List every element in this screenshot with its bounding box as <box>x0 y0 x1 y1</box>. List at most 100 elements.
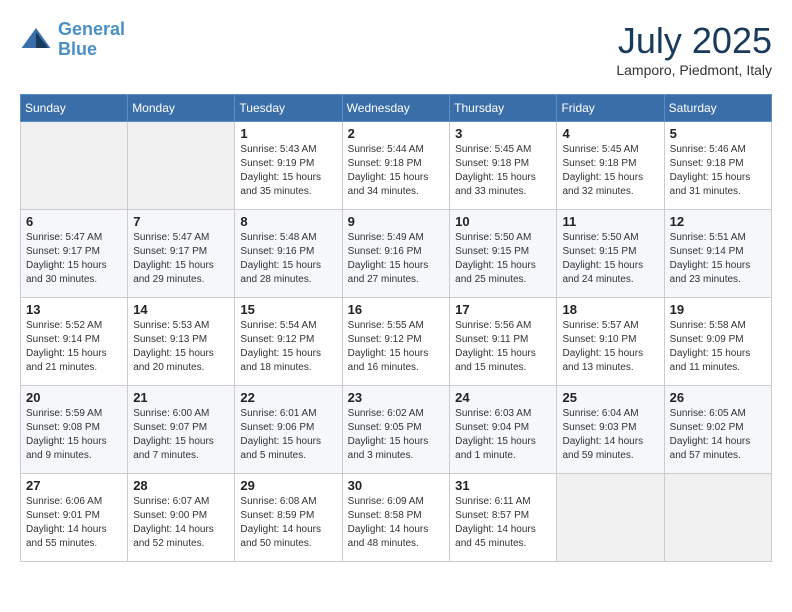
day-number: 14 <box>133 302 229 317</box>
weekday-header-saturday: Saturday <box>664 95 771 122</box>
day-number: 24 <box>455 390 551 405</box>
calendar-cell: 29 Sunrise: 6:08 AM Sunset: 8:59 PM Dayli… <box>235 474 342 562</box>
calendar-cell: 25Sunrise: 6:04 AM Sunset: 9:03 PM Dayli… <box>557 386 664 474</box>
day-info: Sunrise: 5:52 AM Sunset: 9:14 PM Dayligh… <box>26 319 122 375</box>
calendar-cell <box>557 474 664 562</box>
day-number: 11 <box>562 214 658 229</box>
day-info: Sunrise: 5:47 AM Sunset: 9:17 PM Dayligh… <box>133 231 229 287</box>
weekday-header-sunday: Sunday <box>21 95 128 122</box>
calendar-table: SundayMondayTuesdayWednesdayThursdayFrid… <box>20 94 772 562</box>
day-number: 1 <box>240 126 336 141</box>
title-block: July 2025 Lamporo, Piedmont, Italy <box>616 20 772 78</box>
day-info: Sunrise: 6:00 AM Sunset: 9:07 PM Dayligh… <box>133 407 229 463</box>
week-row-4: 20 Sunrise: 5:59 AM Sunset: 9:08 PM Dayli… <box>21 386 772 474</box>
day-number: 13 <box>26 302 122 317</box>
day-info: Sunrise: 6:02 AM Sunset: 9:05 PM Dayligh… <box>348 407 445 463</box>
weekday-header-friday: Friday <box>557 95 664 122</box>
day-info: Sunrise: 6:03 AM Sunset: 9:04 PM Dayligh… <box>455 407 551 463</box>
calendar-cell: 24 Sunrise: 6:03 AM Sunset: 9:04 PM Dayli… <box>450 386 557 474</box>
day-number: 29 <box>240 478 336 493</box>
calendar-cell: 22Sunrise: 6:01 AM Sunset: 9:06 PM Dayli… <box>235 386 342 474</box>
day-number: 16 <box>348 302 445 317</box>
calendar-cell: 21 Sunrise: 6:00 AM Sunset: 9:07 PM Dayli… <box>128 386 235 474</box>
day-number: 12 <box>670 214 766 229</box>
day-info: Sunrise: 5:50 AM Sunset: 9:15 PM Dayligh… <box>455 231 551 287</box>
day-number: 4 <box>562 126 658 141</box>
weekday-header-tuesday: Tuesday <box>235 95 342 122</box>
calendar-cell: 23 Sunrise: 6:02 AM Sunset: 9:05 PM Dayli… <box>342 386 450 474</box>
day-info: Sunrise: 6:07 AM Sunset: 9:00 PM Dayligh… <box>133 495 229 551</box>
week-row-5: 27 Sunrise: 6:06 AM Sunset: 9:01 PM Dayli… <box>21 474 772 562</box>
day-info: Sunrise: 6:08 AM Sunset: 8:59 PM Dayligh… <box>240 495 336 551</box>
day-info: Sunrise: 6:06 AM Sunset: 9:01 PM Dayligh… <box>26 495 122 551</box>
day-info: Sunrise: 5:44 AM Sunset: 9:18 PM Dayligh… <box>348 143 445 199</box>
calendar-cell: 31Sunrise: 6:11 AM Sunset: 8:57 PM Dayli… <box>450 474 557 562</box>
day-number: 31 <box>455 478 551 493</box>
day-info: Sunrise: 5:50 AM Sunset: 9:15 PM Dayligh… <box>562 231 658 287</box>
day-number: 21 <box>133 390 229 405</box>
calendar-cell: 28 Sunrise: 6:07 AM Sunset: 9:00 PM Dayli… <box>128 474 235 562</box>
day-number: 25 <box>562 390 658 405</box>
day-info: Sunrise: 5:59 AM Sunset: 9:08 PM Dayligh… <box>26 407 122 463</box>
day-number: 15 <box>240 302 336 317</box>
calendar-cell: 11 Sunrise: 5:50 AM Sunset: 9:15 PM Dayli… <box>557 210 664 298</box>
day-number: 28 <box>133 478 229 493</box>
logo-text: General Blue <box>58 20 125 60</box>
day-number: 27 <box>26 478 122 493</box>
calendar-cell <box>21 122 128 210</box>
day-info: Sunrise: 5:47 AM Sunset: 9:17 PM Dayligh… <box>26 231 122 287</box>
day-info: Sunrise: 5:53 AM Sunset: 9:13 PM Dayligh… <box>133 319 229 375</box>
day-number: 23 <box>348 390 445 405</box>
day-number: 30 <box>348 478 445 493</box>
day-number: 19 <box>670 302 766 317</box>
header-row: SundayMondayTuesdayWednesdayThursdayFrid… <box>21 95 772 122</box>
calendar-cell <box>128 122 235 210</box>
calendar-cell: 4 Sunrise: 5:45 AM Sunset: 9:18 PM Daylig… <box>557 122 664 210</box>
week-row-1: 1 Sunrise: 5:43 AM Sunset: 9:19 PM Daylig… <box>21 122 772 210</box>
day-info: Sunrise: 5:54 AM Sunset: 9:12 PM Dayligh… <box>240 319 336 375</box>
day-info: Sunrise: 5:57 AM Sunset: 9:10 PM Dayligh… <box>562 319 658 375</box>
day-info: Sunrise: 5:48 AM Sunset: 9:16 PM Dayligh… <box>240 231 336 287</box>
logo: General Blue <box>20 20 125 60</box>
day-number: 22 <box>240 390 336 405</box>
day-number: 8 <box>240 214 336 229</box>
day-number: 6 <box>26 214 122 229</box>
weekday-header-monday: Monday <box>128 95 235 122</box>
calendar-cell: 17 Sunrise: 5:56 AM Sunset: 9:11 PM Dayli… <box>450 298 557 386</box>
month-title: July 2025 <box>616 20 772 62</box>
calendar-cell: 26Sunrise: 6:05 AM Sunset: 9:02 PM Dayli… <box>664 386 771 474</box>
day-info: Sunrise: 5:49 AM Sunset: 9:16 PM Dayligh… <box>348 231 445 287</box>
week-row-3: 13 Sunrise: 5:52 AM Sunset: 9:14 PM Dayli… <box>21 298 772 386</box>
calendar-cell: 19Sunrise: 5:58 AM Sunset: 9:09 PM Dayli… <box>664 298 771 386</box>
day-number: 17 <box>455 302 551 317</box>
calendar-cell <box>664 474 771 562</box>
calendar-cell: 30Sunrise: 6:09 AM Sunset: 8:58 PM Dayli… <box>342 474 450 562</box>
calendar-cell: 16 Sunrise: 5:55 AM Sunset: 9:12 PM Dayli… <box>342 298 450 386</box>
calendar-cell: 7Sunrise: 5:47 AM Sunset: 9:17 PM Daylig… <box>128 210 235 298</box>
day-info: Sunrise: 5:45 AM Sunset: 9:18 PM Dayligh… <box>562 143 658 199</box>
calendar-cell: 15 Sunrise: 5:54 AM Sunset: 9:12 PM Dayli… <box>235 298 342 386</box>
day-info: Sunrise: 5:43 AM Sunset: 9:19 PM Dayligh… <box>240 143 336 199</box>
day-number: 2 <box>348 126 445 141</box>
calendar-cell: 18Sunrise: 5:57 AM Sunset: 9:10 PM Dayli… <box>557 298 664 386</box>
day-number: 26 <box>670 390 766 405</box>
calendar-cell: 5Sunrise: 5:46 AM Sunset: 9:18 PM Daylig… <box>664 122 771 210</box>
day-number: 10 <box>455 214 551 229</box>
calendar-cell: 6 Sunrise: 5:47 AM Sunset: 9:17 PM Daylig… <box>21 210 128 298</box>
day-info: Sunrise: 5:46 AM Sunset: 9:18 PM Dayligh… <box>670 143 766 199</box>
location: Lamporo, Piedmont, Italy <box>616 62 772 78</box>
day-number: 20 <box>26 390 122 405</box>
day-number: 9 <box>348 214 445 229</box>
day-info: Sunrise: 5:55 AM Sunset: 9:12 PM Dayligh… <box>348 319 445 375</box>
day-info: Sunrise: 5:45 AM Sunset: 9:18 PM Dayligh… <box>455 143 551 199</box>
weekday-header-thursday: Thursday <box>450 95 557 122</box>
calendar-cell: 8 Sunrise: 5:48 AM Sunset: 9:16 PM Daylig… <box>235 210 342 298</box>
calendar-cell: 2 Sunrise: 5:44 AM Sunset: 9:18 PM Daylig… <box>342 122 450 210</box>
calendar-cell: 10 Sunrise: 5:50 AM Sunset: 9:15 PM Dayli… <box>450 210 557 298</box>
calendar-cell: 13 Sunrise: 5:52 AM Sunset: 9:14 PM Dayli… <box>21 298 128 386</box>
calendar-cell: 12Sunrise: 5:51 AM Sunset: 9:14 PM Dayli… <box>664 210 771 298</box>
day-info: Sunrise: 5:56 AM Sunset: 9:11 PM Dayligh… <box>455 319 551 375</box>
calendar-cell: 20 Sunrise: 5:59 AM Sunset: 9:08 PM Dayli… <box>21 386 128 474</box>
page-header: General Blue July 2025 Lamporo, Piedmont… <box>20 20 772 78</box>
calendar-cell: 27 Sunrise: 6:06 AM Sunset: 9:01 PM Dayli… <box>21 474 128 562</box>
